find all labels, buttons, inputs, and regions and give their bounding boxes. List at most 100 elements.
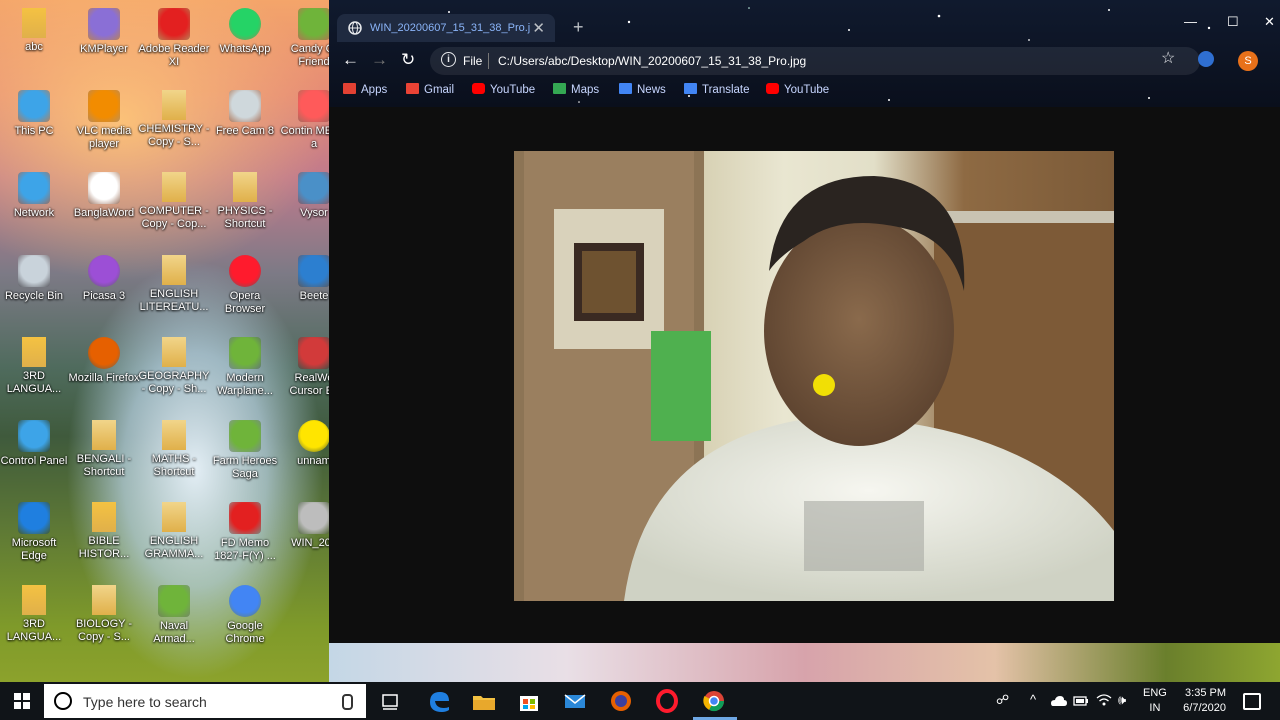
tray-overflow-chevron-icon[interactable]: ^ bbox=[1030, 692, 1036, 707]
new-tab-button[interactable]: + bbox=[573, 17, 584, 38]
globe-icon bbox=[348, 21, 362, 35]
tab-close-icon[interactable]: ✕ bbox=[532, 19, 545, 37]
desktop-icon-label: ENGLISH GRAMMA... bbox=[144, 535, 204, 560]
desktop-icon-label: Network bbox=[13, 207, 55, 219]
bookmark-label: Maps bbox=[571, 84, 600, 96]
bookmark-gmail[interactable]: Gmail bbox=[406, 83, 454, 96]
desktop-icon-label: FD Memo 1827-F(Y) ... bbox=[214, 537, 276, 562]
desktop-icon[interactable]: Farm Heroes Saga bbox=[209, 420, 281, 481]
windows-start-icon[interactable] bbox=[14, 693, 30, 709]
people-icon[interactable]: ☍ bbox=[996, 692, 1009, 708]
desktop-icon-label: Google Chrome bbox=[225, 620, 265, 645]
desktop-icon[interactable]: Naval Armad... bbox=[138, 585, 210, 646]
desktop-icon[interactable]: Control Panel bbox=[0, 420, 70, 468]
game-icon bbox=[229, 420, 261, 452]
desktop-icon[interactable]: Microsoft Edge bbox=[0, 502, 70, 563]
site-info-icon[interactable]: i bbox=[441, 52, 456, 67]
reload-button[interactable]: ↻ bbox=[401, 50, 415, 70]
back-button[interactable]: ← bbox=[342, 50, 359, 70]
maps-icon bbox=[553, 83, 566, 94]
desktop-icon[interactable]: VLC media player bbox=[68, 90, 140, 151]
task-view-icon[interactable] bbox=[376, 687, 404, 715]
desktop-icon[interactable]: ENGLISH LITEREATU... bbox=[138, 255, 210, 314]
input-language-indicator[interactable]: ENG IN bbox=[1143, 686, 1167, 716]
desktop-icon-label: abc bbox=[25, 41, 43, 53]
forward-button[interactable]: → bbox=[371, 50, 388, 70]
bookmark-translate[interactable]: Translate bbox=[684, 83, 750, 96]
bookmark-star-icon[interactable]: ☆ bbox=[1161, 48, 1175, 68]
desktop-icon[interactable]: This PC bbox=[0, 90, 70, 138]
desktop-icon[interactable]: Adobe Reader XI bbox=[138, 8, 210, 69]
store-icon[interactable] bbox=[515, 687, 543, 715]
chrome-icon[interactable] bbox=[700, 687, 728, 715]
desktop-icon[interactable]: Modern Warplane... bbox=[209, 337, 281, 398]
desktop-icon[interactable]: GEOGRAPHY - Copy - Sh... bbox=[138, 337, 210, 396]
taskbar-clock[interactable]: 3:35 PM 6/7/2020 bbox=[1176, 686, 1226, 716]
clock-time: 3:35 PM bbox=[1185, 687, 1226, 699]
minimize-button[interactable]: — bbox=[1184, 14, 1197, 29]
game-icon bbox=[229, 337, 261, 369]
youtube-icon bbox=[766, 83, 779, 94]
game-icon bbox=[298, 8, 330, 40]
game-icon bbox=[158, 585, 190, 617]
desktop-icon[interactable]: ENGLISH GRAMMA... bbox=[138, 502, 210, 561]
desktop-icon[interactable]: BanglaWord bbox=[68, 172, 140, 220]
cortana-icon bbox=[54, 692, 72, 710]
desktop-icon-label: WhatsApp bbox=[219, 43, 271, 55]
bookmark-news[interactable]: News bbox=[619, 83, 666, 96]
desktop-icon[interactable]: BENGALI - Shortcut bbox=[68, 420, 140, 479]
scheme-label: File bbox=[463, 54, 483, 68]
file-explorer-icon[interactable] bbox=[470, 687, 498, 715]
desktop-icon[interactable]: 3RD LANGUA... bbox=[0, 585, 70, 644]
address-bar[interactable]: i File C:/Users/abc/Desktop/WIN_20200607… bbox=[430, 47, 1200, 75]
volume-icon[interactable]: 🕪 bbox=[1118, 692, 1126, 708]
mail-icon[interactable] bbox=[561, 687, 589, 715]
desktop-icon[interactable]: PHYSICS - Shortcut bbox=[209, 172, 281, 231]
bookmark-youtube[interactable]: YouTube bbox=[472, 83, 535, 96]
desktop-icon-label: BanglaWord bbox=[73, 207, 135, 219]
desktop-icon-label: Naval Armad... bbox=[153, 620, 195, 645]
microphone-icon[interactable] bbox=[342, 694, 353, 710]
desktop-icon-label: CHEMISTRY - Copy - S... bbox=[138, 123, 210, 148]
desktop-icon[interactable]: Recycle Bin bbox=[0, 255, 70, 303]
picasa-icon bbox=[88, 255, 120, 287]
desktop-icon[interactable]: FD Memo 1827-F(Y) ... bbox=[209, 502, 281, 563]
desktop-icon[interactable]: WhatsApp bbox=[209, 8, 281, 56]
desktop-icon[interactable]: Picasa 3 bbox=[68, 255, 140, 303]
onedrive-icon[interactable] bbox=[1051, 695, 1067, 707]
extension-icon[interactable] bbox=[1198, 51, 1214, 67]
desktop-icon[interactable]: Free Cam 8 bbox=[209, 90, 281, 138]
desktop-icon[interactable]: KMPlayer bbox=[68, 8, 140, 56]
computer-icon bbox=[18, 90, 50, 122]
opera-icon[interactable] bbox=[653, 687, 681, 715]
desktop-icon[interactable]: Mozilla Firefox bbox=[68, 337, 140, 385]
taskbar-search-box[interactable]: Type here to search bbox=[44, 684, 366, 718]
desktop-icon[interactable]: BIOLOGY - Copy - S... bbox=[68, 585, 140, 644]
edge-taskbar-icon[interactable] bbox=[425, 687, 453, 715]
tab-active[interactable]: WIN_20200607_15_31_38_Pro.jpg ✕ bbox=[337, 14, 555, 42]
desktop-icon[interactable]: BIBLE HISTOR... bbox=[68, 502, 140, 561]
battery-icon[interactable] bbox=[1073, 694, 1089, 707]
desktop-icon[interactable]: Google Chrome bbox=[209, 585, 281, 646]
profile-avatar[interactable]: S bbox=[1238, 51, 1258, 71]
desktop-icon[interactable]: COMPUTER - Copy - Cop... bbox=[138, 172, 210, 231]
desktop-icon-label: Microsoft Edge bbox=[11, 537, 57, 562]
bookmark-apps[interactable]: Apps bbox=[343, 83, 387, 96]
desktop-icon-label: 3RD LANGUA... bbox=[6, 370, 62, 395]
bookmark-youtube[interactable]: YouTube bbox=[766, 83, 829, 96]
desktop-icon[interactable]: 3RD LANGUA... bbox=[0, 337, 70, 396]
firefox-icon[interactable] bbox=[607, 687, 635, 715]
browser-toolbar: ← → ↻ i File C:/Users/abc/Desktop/WIN_20… bbox=[329, 44, 1280, 78]
desktop-icon[interactable]: MATHS - Shortcut bbox=[138, 420, 210, 479]
address-url[interactable]: C:/Users/abc/Desktop/WIN_20200607_15_31_… bbox=[498, 54, 806, 68]
desktop-icon[interactable]: Opera Browser bbox=[209, 255, 281, 316]
wifi-icon[interactable] bbox=[1096, 693, 1112, 707]
close-window-button[interactable]: ✕ bbox=[1264, 14, 1275, 30]
action-center-icon[interactable] bbox=[1243, 693, 1261, 710]
desktop-icon[interactable]: abc bbox=[0, 8, 70, 54]
desktop-icon[interactable]: CHEMISTRY - Copy - S... bbox=[138, 90, 210, 149]
maximize-button[interactable]: ☐ bbox=[1227, 14, 1239, 30]
recycle-bin-icon bbox=[18, 255, 50, 287]
desktop-icon[interactable]: Network bbox=[0, 172, 70, 220]
bookmark-maps[interactable]: Maps bbox=[553, 83, 599, 96]
